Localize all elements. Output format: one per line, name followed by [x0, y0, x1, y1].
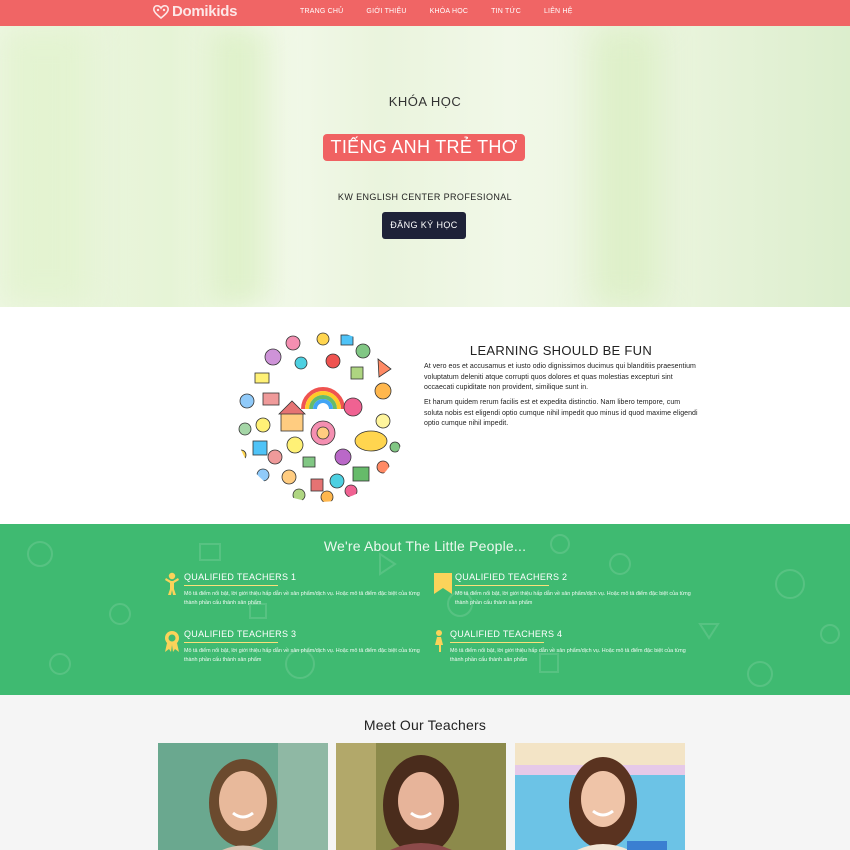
teacher-portrait-image	[515, 743, 685, 850]
logo-text: Domikids	[172, 3, 238, 20]
menu-item-about[interactable]: GIỚI THIỆU	[366, 8, 406, 15]
menu-item-home[interactable]: TRANG CHỦ	[300, 8, 343, 15]
learning-title: LEARNING SHOULD BE FUN	[469, 343, 653, 358]
learning-paragraph-2: Et harum quidem rerum facilis est et exp…	[424, 399, 698, 427]
bookmark-icon	[434, 573, 452, 594]
main-menu: TRANG CHỦ GIỚI THIỆU KHÓA HỌC TIN TỨC LI…	[300, 8, 596, 15]
teacher-photo[interactable]	[336, 743, 506, 850]
teachers-title: Meet Our Teachers	[363, 717, 487, 733]
teacher-portrait-image	[336, 743, 506, 850]
feature-title: QUALIFIED TEACHERS 3	[184, 629, 297, 639]
page: Domikids TRANG CHỦ GIỚI THIỆU KHÓA HỌC T…	[0, 0, 850, 850]
register-button[interactable]: ĐĂNG KÝ HỌC	[382, 212, 466, 239]
hero-subtitle: KHÓA HỌC	[388, 94, 462, 109]
child-icon	[165, 572, 179, 595]
about-title: We're About The Little People...	[323, 538, 527, 554]
about-section: We're About The Little People... QUALIFI…	[0, 524, 850, 695]
teachers-section: Meet Our Teachers	[0, 695, 850, 850]
top-navbar: Domikids TRANG CHỦ GIỚI THIỆU KHÓA HỌC T…	[0, 0, 850, 26]
menu-item-contact[interactable]: LIÊN HỆ	[544, 8, 573, 15]
teacher-photo[interactable]	[158, 743, 328, 850]
teacher-photo[interactable]	[515, 743, 685, 850]
feature-description: Mô tả điểm nổi bật, lời giới thiệu hấp d…	[450, 648, 686, 663]
logo-icon	[153, 4, 169, 19]
feature-description: Mô tả điểm nổi bật, lời giới thiệu hấp d…	[184, 648, 420, 663]
feature-title: QUALIFIED TEACHERS 2	[455, 572, 568, 582]
feature-title: QUALIFIED TEACHERS 1	[184, 572, 297, 582]
menu-item-courses[interactable]: KHÓA HỌC	[430, 8, 469, 15]
award-icon	[165, 631, 179, 652]
feature-description: Mô tả điểm nổi bật, lời giới thiệu hấp d…	[455, 591, 691, 606]
hero-title: TIẾNG ANH TRẺ THƠ	[323, 134, 525, 161]
hero-tagline: KW ENGLISH CENTER PROFESIONAL	[337, 192, 513, 202]
site-logo[interactable]: Domikids	[152, 3, 237, 20]
learning-section: LEARNING SHOULD BE FUN At vero eos et ac…	[0, 307, 850, 524]
teacher-portrait-image	[158, 743, 328, 850]
feature-title: QUALIFIED TEACHERS 4	[450, 629, 563, 639]
learning-paragraph-1: At vero eos et accusamus et iusto odio d…	[424, 363, 696, 391]
hero-banner: KHÓA HỌC TIẾNG ANH TRẺ THƠ KW ENGLISH CE…	[0, 26, 850, 307]
menu-item-news[interactable]: TIN TỨC	[491, 8, 521, 15]
feature-description: Mô tả điểm nổi bật, lời giới thiệu hấp d…	[184, 591, 420, 606]
kids-doodle-illustration	[234, 330, 406, 502]
